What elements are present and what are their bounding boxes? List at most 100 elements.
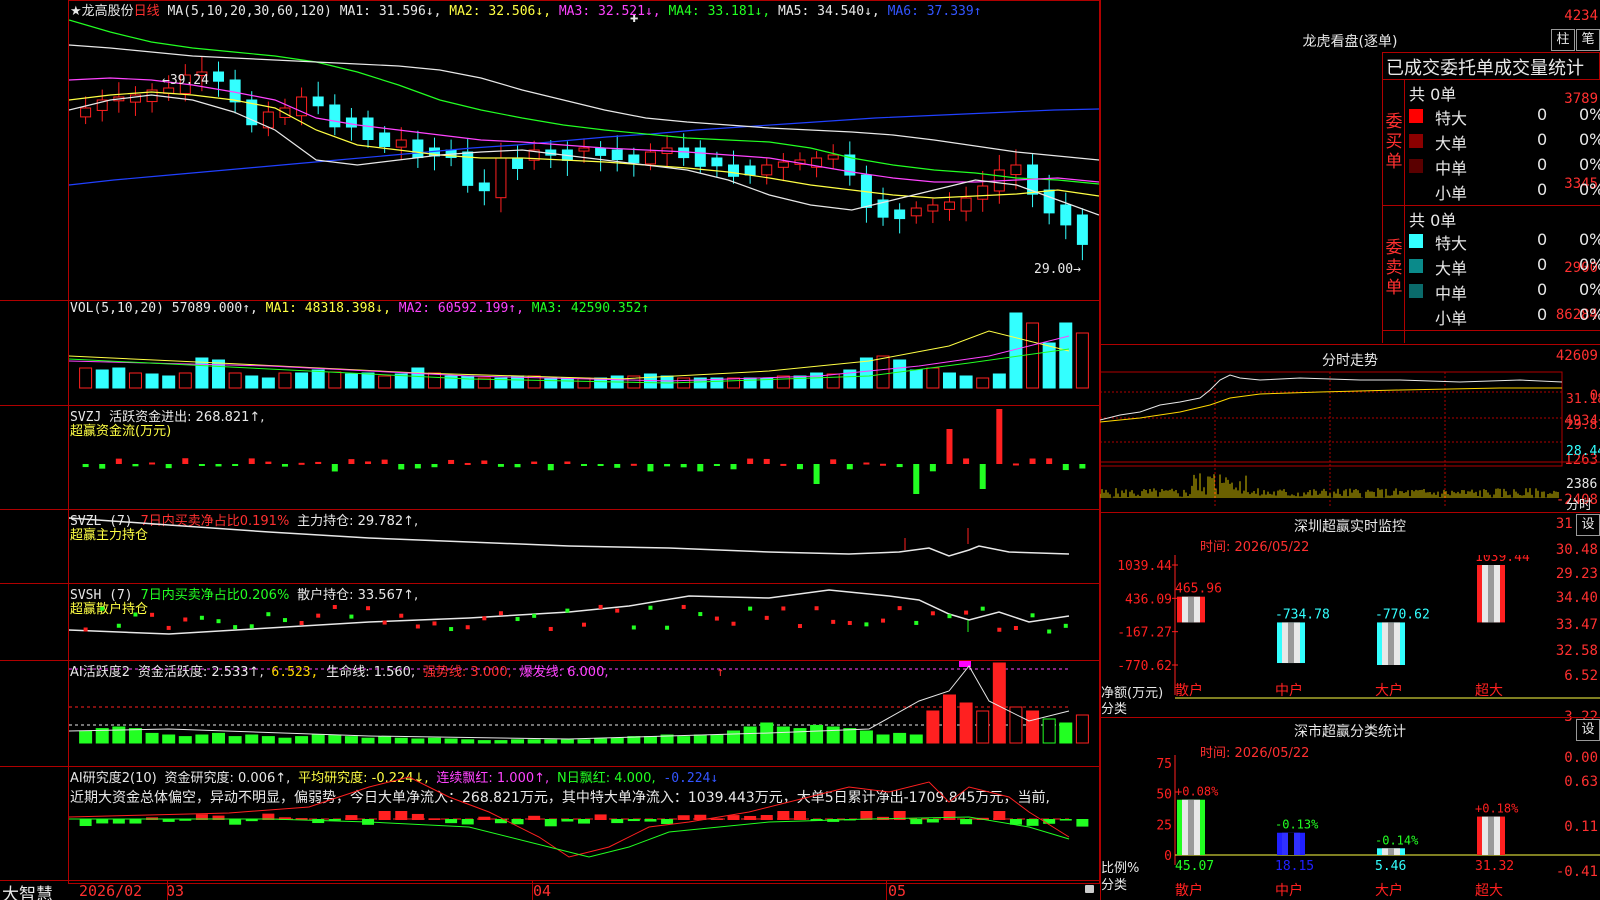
sz-class-settings-button[interactable]: 设 xyxy=(1576,719,1600,741)
retail-holding-chart[interactable] xyxy=(69,584,1099,660)
activity-bar xyxy=(594,738,608,744)
retail-tick xyxy=(1047,629,1052,634)
flow-bar xyxy=(564,461,571,464)
activity-bar xyxy=(1042,718,1056,744)
sz-class-chart[interactable]: 75 50 25 0 +0.08% 45.07 散户 -0.13% 18.15 中户 -0.14% 5… xyxy=(1100,755,1600,900)
ratio-value-label: 18.15 xyxy=(1275,859,1314,874)
volume-bar xyxy=(876,355,890,389)
retail-tick xyxy=(748,606,753,611)
candle-body xyxy=(943,201,955,210)
research-bar xyxy=(644,819,657,822)
fund-flow-chart[interactable] xyxy=(69,406,1099,509)
volume-bar xyxy=(278,372,292,389)
flow-bar xyxy=(630,463,637,466)
flow-bar xyxy=(265,461,272,464)
dragon-title: 龙虎看盘(逐单) xyxy=(1302,34,1398,50)
ai-activity-chart[interactable] xyxy=(69,661,1099,766)
flow-bar xyxy=(796,464,803,470)
buy-row: 中单 0 0% xyxy=(1407,155,1600,179)
flow-bar xyxy=(398,464,405,470)
activity-bar xyxy=(693,734,707,744)
activity-bar xyxy=(1075,714,1089,744)
flow-bar xyxy=(1012,463,1019,466)
activity-bar xyxy=(295,736,309,744)
research-bar xyxy=(544,819,557,827)
flow-bar xyxy=(763,458,770,464)
flow-bar xyxy=(165,464,172,469)
activity-bar xyxy=(859,730,873,744)
retail-tick xyxy=(482,616,487,621)
flow-bar xyxy=(232,464,239,466)
retail-tick xyxy=(282,618,287,623)
flow-bar xyxy=(315,461,322,464)
activity-bar xyxy=(245,734,259,744)
activity-bar xyxy=(378,736,392,744)
flow-bar xyxy=(647,464,654,472)
retail-tick xyxy=(598,604,603,609)
candle-body xyxy=(80,107,92,118)
retail-tick xyxy=(166,625,171,630)
candle-body xyxy=(927,204,939,212)
candle-body xyxy=(329,104,341,128)
order-count: 0 xyxy=(1537,230,1548,249)
orderbook-mid-line xyxy=(1382,205,1600,206)
candle-body xyxy=(1043,189,1055,214)
retail-tick xyxy=(565,608,570,613)
sz-monitor-settings-button[interactable]: 设 xyxy=(1576,514,1600,536)
candle-body xyxy=(827,154,839,160)
intraday-tag: 分时 xyxy=(1566,498,1593,513)
volume-bar xyxy=(162,375,176,389)
tick-mode-button[interactable]: 笔 xyxy=(1576,29,1600,51)
retail-tick xyxy=(980,606,985,611)
volume-bar xyxy=(859,357,873,389)
activity-bar xyxy=(79,730,93,744)
candle-body xyxy=(894,209,906,220)
order-count: 0 xyxy=(1537,280,1548,299)
ma3-line xyxy=(69,77,1099,183)
retail-tick xyxy=(997,627,1002,632)
sz-class-x-unit: 分类 xyxy=(1101,878,1128,893)
volume-bar xyxy=(178,372,192,389)
category-label: 超大 xyxy=(1475,883,1503,899)
retail-tick xyxy=(864,622,869,627)
volume-chart[interactable] xyxy=(69,301,1099,405)
main-force-holding-chart[interactable] xyxy=(69,510,1099,583)
buy-total: 共 0单 xyxy=(1409,85,1457,104)
research-bar xyxy=(1076,819,1089,827)
order-percent: 0% xyxy=(1579,255,1600,274)
bar-value-label: -734.78 xyxy=(1275,607,1330,622)
flow-bar xyxy=(414,464,421,469)
activity-bar xyxy=(610,737,624,744)
retail-tick xyxy=(797,624,802,629)
retail-tick xyxy=(83,627,88,632)
research-bar xyxy=(528,815,541,820)
order-size-label: 小单 xyxy=(1435,309,1468,328)
retail-tick xyxy=(781,606,786,611)
volume-bar xyxy=(660,375,674,389)
activity-bar xyxy=(494,740,508,744)
candlestick-chart[interactable] xyxy=(69,0,1099,300)
lock-icon[interactable] xyxy=(1085,885,1094,893)
activity-bar xyxy=(162,734,176,744)
flow-bar xyxy=(1062,464,1069,471)
bar-value-label: -770.62 xyxy=(1375,607,1430,622)
ai-research-chart[interactable] xyxy=(69,767,1099,880)
volume-bar xyxy=(893,359,907,389)
retail-tick xyxy=(116,623,121,628)
bar-mode-button[interactable]: 柱 xyxy=(1551,29,1575,51)
activity-bar xyxy=(727,730,741,744)
ratio-bar xyxy=(1477,816,1505,855)
bar-core xyxy=(1488,816,1494,855)
intraday-chart[interactable] xyxy=(1100,370,1600,511)
candle-body xyxy=(512,157,524,169)
high-price-marker: ←39.24 xyxy=(162,73,209,88)
buy-row: 特大 0 0% xyxy=(1407,105,1600,129)
activity-bar xyxy=(427,737,441,744)
flow-bar xyxy=(929,464,936,472)
flow-bar xyxy=(863,462,870,465)
research-bar xyxy=(710,818,723,820)
flow-bar xyxy=(281,464,288,467)
dragon-subtitle: 已成交委托单成交量统计 xyxy=(1386,58,1584,79)
flow-bar xyxy=(182,458,189,464)
sz-monitor-chart[interactable]: 1039.44 436.09 -167.27 -770.62 465.96 散户 -734.… xyxy=(1100,555,1600,715)
